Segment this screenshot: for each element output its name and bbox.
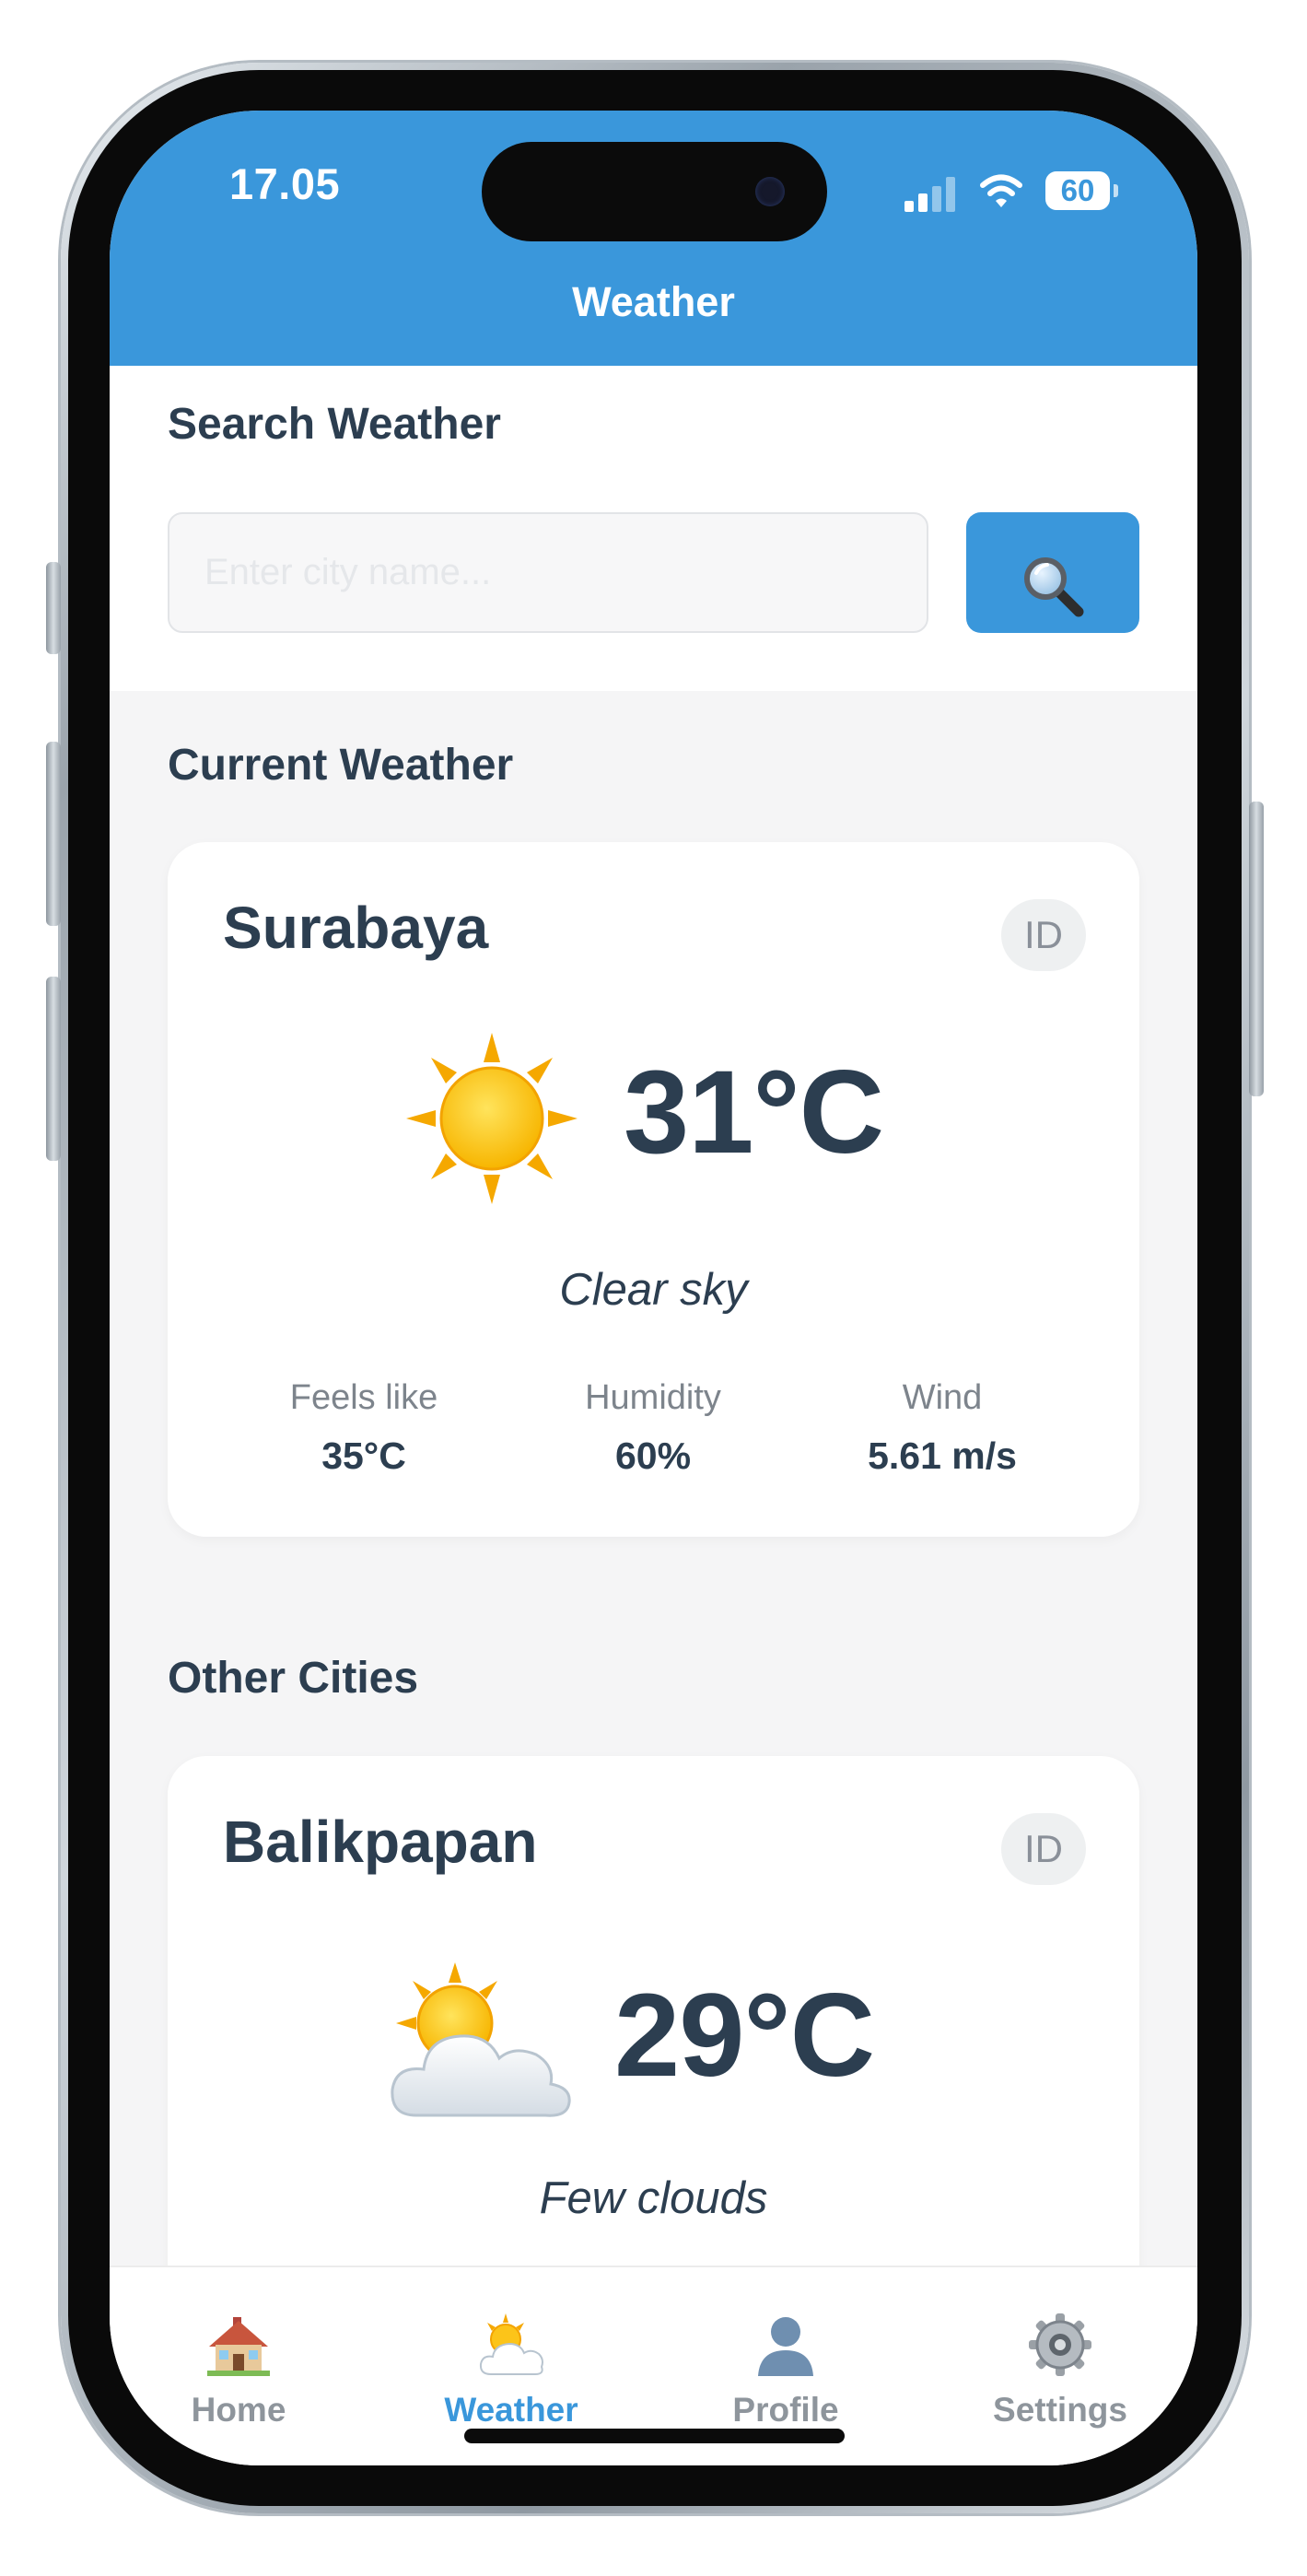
status-time: 17.05 [229, 159, 341, 208]
tab-home[interactable]: Home [123, 2312, 354, 2430]
magnifier-icon [1024, 557, 1084, 617]
sun-icon [406, 1033, 578, 1204]
city-search-input[interactable] [168, 512, 928, 633]
country-badge: ID [1001, 899, 1086, 971]
tab-profile[interactable]: Profile [671, 2312, 901, 2430]
page-title: Weather [572, 278, 735, 325]
search-section: Search Weather [110, 366, 1197, 691]
gear-icon [1029, 2313, 1091, 2376]
battery-icon: 60 [1045, 171, 1118, 210]
stat-label: Humidity [585, 1378, 721, 1417]
stat-value: 60% [614, 1434, 692, 1477]
tab-label: Weather [444, 2391, 578, 2429]
tab-label: Profile [732, 2391, 839, 2429]
search-section-title: Search Weather [168, 400, 501, 449]
current-weather-card[interactable]: Surabaya ID 31°C Clear sky Feels like 35… [168, 842, 1139, 1537]
stat-value: 35°C [321, 1434, 406, 1477]
stat-wind: Wind 5.61 m/s [790, 1378, 1094, 1478]
stat-humidity: Humidity 60% [501, 1378, 805, 1478]
action-button [46, 562, 61, 654]
dynamic-island [482, 142, 827, 241]
tab-label: Home [191, 2391, 286, 2429]
search-button[interactable] [966, 512, 1139, 633]
app-header: 17.05 60 Weather [110, 111, 1197, 366]
tab-settings[interactable]: Settings [945, 2312, 1175, 2430]
weather-description: Clear sky [559, 1265, 748, 1315]
house-icon [207, 2317, 270, 2376]
sun-behind-cloud-icon [391, 1962, 571, 2117]
city-name: Balikpapan [223, 1809, 538, 1875]
stat-label: Wind [902, 1378, 983, 1417]
weather-description: Few clouds [539, 2173, 768, 2223]
temperature: 29°C [614, 1970, 875, 2102]
signal-icon [904, 177, 958, 212]
stat-label: Feels like [289, 1378, 438, 1417]
power-button [1249, 802, 1264, 1096]
temperature: 31°C [624, 1047, 884, 1178]
wifi-icon [980, 174, 1022, 207]
camera-icon [755, 177, 785, 206]
person-icon [758, 2317, 813, 2376]
current-weather-title: Current Weather [168, 741, 514, 790]
stat-value: 5.61 m/s [868, 1434, 1017, 1477]
home-indicator [464, 2429, 845, 2443]
stat-feels-like: Feels like 35°C [212, 1378, 516, 1478]
country-badge: ID [1001, 1813, 1086, 1885]
volume-up-button [46, 742, 61, 926]
app-screen: 17.05 60 Weather Search Weather Current … [110, 111, 1197, 2465]
weather-icon [479, 2313, 543, 2375]
volume-down-button [46, 977, 61, 1161]
city-name: Surabaya [223, 895, 489, 961]
other-cities-title: Other Cities [168, 1654, 419, 1703]
tab-label: Settings [993, 2391, 1127, 2429]
tab-weather[interactable]: Weather [396, 2312, 626, 2430]
